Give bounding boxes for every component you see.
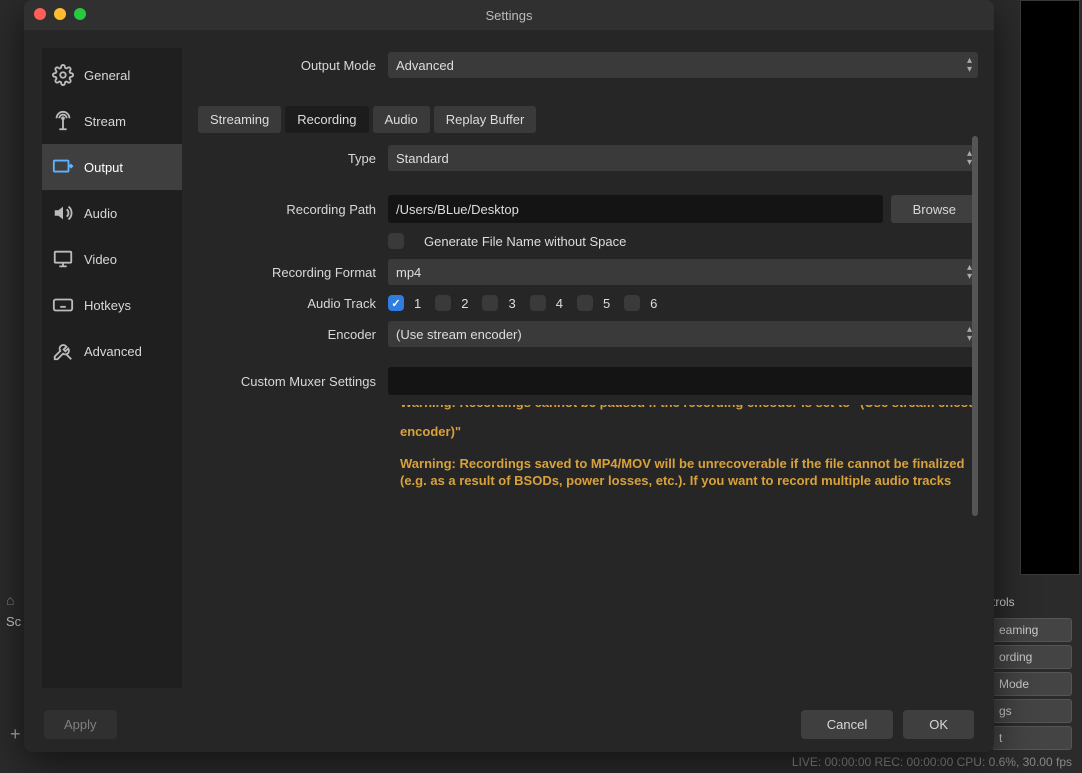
warning-text: Warning: Recordings saved to MP4/MOV wil… [400, 455, 974, 489]
encoder-select[interactable]: (Use stream encoder) [388, 321, 978, 347]
keyboard-icon [52, 294, 74, 316]
speaker-icon [52, 202, 74, 224]
window-controls [34, 8, 86, 20]
encoder-label: Encoder [198, 327, 388, 342]
warning-text-cut-end: encoder)" [400, 423, 974, 441]
settings-content: Output Mode Advanced Streaming Recording… [198, 48, 978, 696]
sidebar-item-label: Output [84, 160, 123, 175]
gen-filename-label: Generate File Name without Space [424, 234, 626, 249]
bg-preview [1020, 0, 1080, 575]
warnings-area: Warning: Recordings cannot be paused if … [400, 405, 974, 501]
titlebar: Settings [24, 0, 994, 30]
window-title: Settings [486, 8, 533, 23]
output-mode-select[interactable]: Advanced [388, 52, 978, 78]
output-icon [52, 156, 74, 178]
gear-icon [52, 64, 74, 86]
bg-button[interactable]: ording [992, 645, 1072, 669]
muxer-label: Custom Muxer Settings [198, 374, 388, 389]
chevron-updown-icon [967, 56, 972, 74]
ok-button[interactable]: OK [903, 710, 974, 739]
sidebar-item-general[interactable]: General [42, 52, 182, 98]
tab-recording[interactable]: Recording [285, 106, 368, 133]
gen-filename-checkbox[interactable] [388, 233, 404, 249]
bg-controls-label: trols [992, 595, 1015, 609]
minimize-icon[interactable] [54, 8, 66, 20]
antenna-icon [52, 110, 74, 132]
sidebar-item-label: Advanced [84, 344, 142, 359]
sidebar-item-advanced[interactable]: Advanced [42, 328, 182, 374]
scrollbar[interactable] [972, 106, 978, 536]
tab-streaming[interactable]: Streaming [198, 106, 281, 133]
status-bar: LIVE: 00:00:00 REC: 00:00:00 CPU: 0.6%, … [792, 755, 1072, 769]
sidebar-item-label: Stream [84, 114, 126, 129]
bg-button[interactable]: t [992, 726, 1072, 750]
output-mode-label: Output Mode [198, 58, 388, 73]
cancel-button[interactable]: Cancel [801, 710, 893, 739]
sidebar-item-label: Hotkeys [84, 298, 131, 313]
warning-text-cut: Warning: Recordings cannot be paused if … [400, 405, 974, 410]
sidebar-item-audio[interactable]: Audio [42, 190, 182, 236]
browse-button[interactable]: Browse [891, 195, 978, 223]
type-select[interactable]: Standard [388, 145, 978, 171]
bg-button[interactable]: Mode [992, 672, 1072, 696]
audio-track-1-checkbox[interactable] [388, 295, 404, 311]
recording-format-label: Recording Format [198, 265, 388, 280]
settings-dialog: Settings General Stream Output [24, 0, 994, 752]
dialog-footer: Apply Cancel OK [24, 696, 994, 752]
add-icon[interactable]: + [10, 724, 21, 745]
sidebar-item-video[interactable]: Video [42, 236, 182, 282]
maximize-icon[interactable] [74, 8, 86, 20]
audio-track-group: 1 2 3 4 5 6 [388, 295, 978, 311]
sidebar-item-stream[interactable]: Stream [42, 98, 182, 144]
audio-track-2-checkbox[interactable] [435, 295, 451, 311]
monitor-icon [52, 248, 74, 270]
bg-button[interactable]: eaming [992, 618, 1072, 642]
settings-sidebar: General Stream Output Audio [42, 48, 182, 688]
bg-misc: ⌂ [6, 592, 14, 608]
recording-path-label: Recording Path [198, 202, 388, 217]
sidebar-item-output[interactable]: Output [42, 144, 182, 190]
scrollbar-thumb[interactable] [972, 136, 978, 516]
bg-misc: Sc [6, 614, 21, 629]
tools-icon [52, 340, 74, 362]
recording-path-input[interactable]: /Users/BLue/Desktop [388, 195, 883, 223]
sidebar-item-hotkeys[interactable]: Hotkeys [42, 282, 182, 328]
audio-track-6-checkbox[interactable] [624, 295, 640, 311]
sidebar-item-label: Video [84, 252, 117, 267]
sidebar-item-label: General [84, 68, 130, 83]
output-tabs: Streaming Recording Audio Replay Buffer [198, 106, 978, 133]
tab-replay-buffer[interactable]: Replay Buffer [434, 106, 537, 133]
apply-button[interactable]: Apply [44, 710, 117, 739]
tab-audio[interactable]: Audio [373, 106, 430, 133]
audio-track-3-checkbox[interactable] [482, 295, 498, 311]
audio-track-5-checkbox[interactable] [577, 295, 593, 311]
muxer-input[interactable] [388, 367, 978, 395]
audio-track-label: Audio Track [198, 296, 388, 311]
close-icon[interactable] [34, 8, 46, 20]
sidebar-item-label: Audio [84, 206, 117, 221]
bg-button[interactable]: gs [992, 699, 1072, 723]
recording-format-select[interactable]: mp4 [388, 259, 978, 285]
audio-track-4-checkbox[interactable] [530, 295, 546, 311]
type-label: Type [198, 151, 388, 166]
